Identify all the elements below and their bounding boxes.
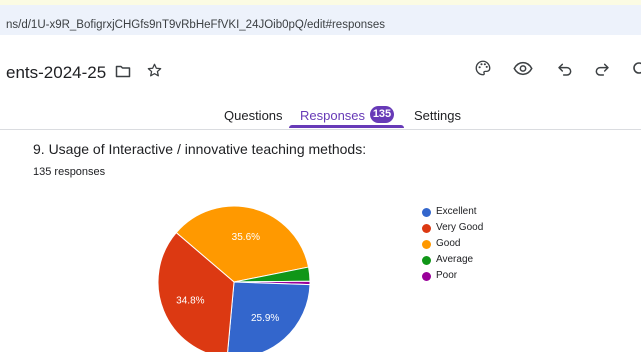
pie-label-excellent: 25.9% xyxy=(251,313,279,324)
legend-swatch xyxy=(422,208,431,217)
legend-swatch xyxy=(422,272,431,281)
legend-label: Excellent xyxy=(436,206,477,217)
legend-swatch xyxy=(422,256,431,265)
pie-chart: 35.6% 25.9% 34.8% xyxy=(157,205,311,352)
pie-label-good: 35.6% xyxy=(232,232,260,243)
pie-label-very-good: 34.8% xyxy=(176,295,204,306)
legend-label: Very Good xyxy=(436,222,484,233)
legend-label: Poor xyxy=(436,270,458,281)
legend-label: Good xyxy=(436,238,461,249)
legend-swatch xyxy=(422,240,431,249)
legend-swatch xyxy=(422,224,431,233)
legend-label: Average xyxy=(436,254,474,265)
